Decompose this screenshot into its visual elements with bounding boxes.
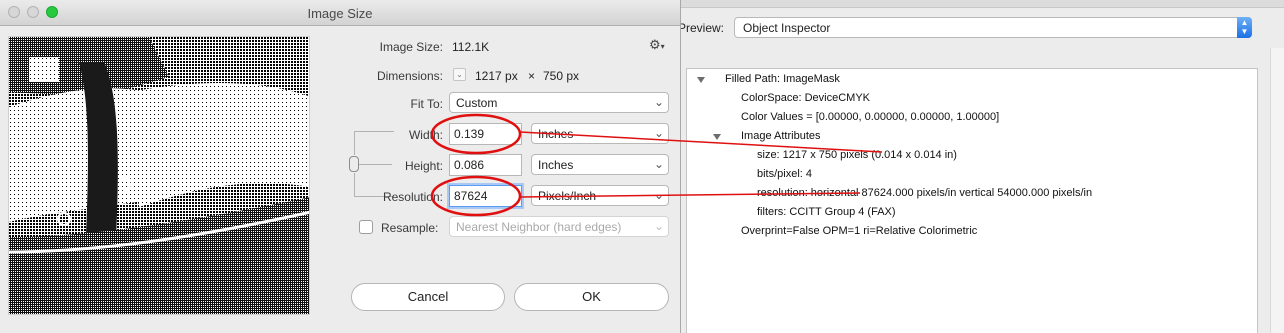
tree-row[interactable]: bits/pixel: 4 — [757, 168, 812, 180]
cancel-button[interactable]: Cancel — [351, 283, 505, 311]
width-unit-value: Inches — [538, 127, 574, 141]
fit-to-dropdown[interactable]: Custom ⌄ — [449, 92, 669, 113]
chevron-down-icon: ⌄ — [653, 126, 664, 140]
dimensions-times: × — [528, 69, 536, 83]
tree-row[interactable]: filters: CCITT Group 4 (FAX) — [757, 206, 896, 218]
tree-row[interactable]: Overprint=False OPM=1 ri=Relative Colori… — [741, 225, 977, 237]
halftone-preview-image — [9, 37, 309, 314]
fit-to-value: Custom — [456, 96, 498, 110]
image-size-value: 112.1K — [452, 40, 490, 54]
height-unit-value: Inches — [538, 158, 574, 172]
dimensions-label: Dimensions: — [376, 69, 443, 83]
tree-row[interactable]: Filled Path: ImageMask — [725, 73, 840, 85]
preview-label: Preview: — [678, 21, 725, 35]
tree-row[interactable]: size: 1217 x 750 pixels (0.014 x 0.014 i… — [757, 149, 957, 161]
preflight-window: Preview: Object Inspector ▲ ▼ Filled Path… — [600, 0, 1284, 333]
resolution-label: Resolution: — [382, 190, 443, 204]
ok-button[interactable]: OK — [514, 283, 669, 311]
title-bar: Image Size — [0, 0, 680, 26]
up-down-chevron-icon: ▲ ▼ — [1237, 17, 1252, 38]
tree-row[interactable]: Image Attributes — [741, 130, 821, 142]
dimensions-width-px: 1217 px — [475, 69, 518, 83]
vertical-scrollbar[interactable] — [1270, 48, 1284, 333]
disclosure-triangle-icon[interactable] — [697, 77, 705, 83]
dialog-title: Image Size — [307, 6, 373, 21]
tree-row[interactable]: ColorSpace: DeviceCMYK — [741, 92, 870, 104]
height-label: Height: — [404, 159, 443, 173]
image-size-dialog: Image Size Image Size: 112.1K ⚙▾ Dimensi… — [0, 0, 681, 333]
tree-row[interactable]: Color Values = [0.00000, 0.00000, 0.0000… — [741, 111, 999, 123]
preview-select[interactable]: Object Inspector ▲ ▼ — [734, 17, 1252, 38]
resample-method-value: Nearest Neighbor (hard edges) — [456, 220, 622, 234]
width-label: Width: — [408, 128, 443, 142]
resolution-unit-value: Pixels/Inch — [538, 189, 597, 203]
width-input[interactable] — [449, 123, 522, 145]
chevron-down-icon: ⌄ — [653, 188, 664, 202]
chevron-down-icon: ⌄ — [653, 219, 664, 233]
resample-checkbox[interactable] — [359, 220, 373, 234]
height-input[interactable] — [449, 154, 522, 176]
disclosure-triangle-icon[interactable] — [713, 134, 721, 140]
chevron-down-icon: ⌄ — [653, 95, 664, 109]
dimensions-height-px: 750 px — [543, 69, 580, 83]
height-unit-dropdown[interactable]: Inches ⌄ — [531, 154, 669, 175]
image-preview[interactable] — [8, 36, 310, 315]
tree-row[interactable]: resolution: horizontal 87624.000 pixels/… — [757, 187, 1092, 199]
image-size-label: Image Size: — [379, 40, 443, 54]
chevron-down-icon: ⌄ — [653, 157, 664, 171]
dimensions-chevron-icon[interactable]: ⌄ — [453, 68, 466, 81]
resolution-input[interactable] — [449, 185, 522, 207]
resample-method-dropdown[interactable]: Nearest Neighbor (hard edges) ⌄ — [449, 216, 669, 237]
resample-label: Resample: — [381, 221, 439, 235]
gear-icon[interactable]: ⚙▾ — [649, 37, 665, 53]
window-top-strip — [600, 0, 1284, 8]
resolution-unit-dropdown[interactable]: Pixels/Inch ⌄ — [531, 185, 669, 206]
fit-to-label: Fit To: — [410, 97, 443, 111]
preview-select-value: Object Inspector — [743, 21, 831, 35]
width-unit-dropdown[interactable]: Inches ⌄ — [531, 123, 669, 144]
object-inspector-tree: Filled Path: ImageMask ColorSpace: Device… — [686, 68, 1258, 333]
